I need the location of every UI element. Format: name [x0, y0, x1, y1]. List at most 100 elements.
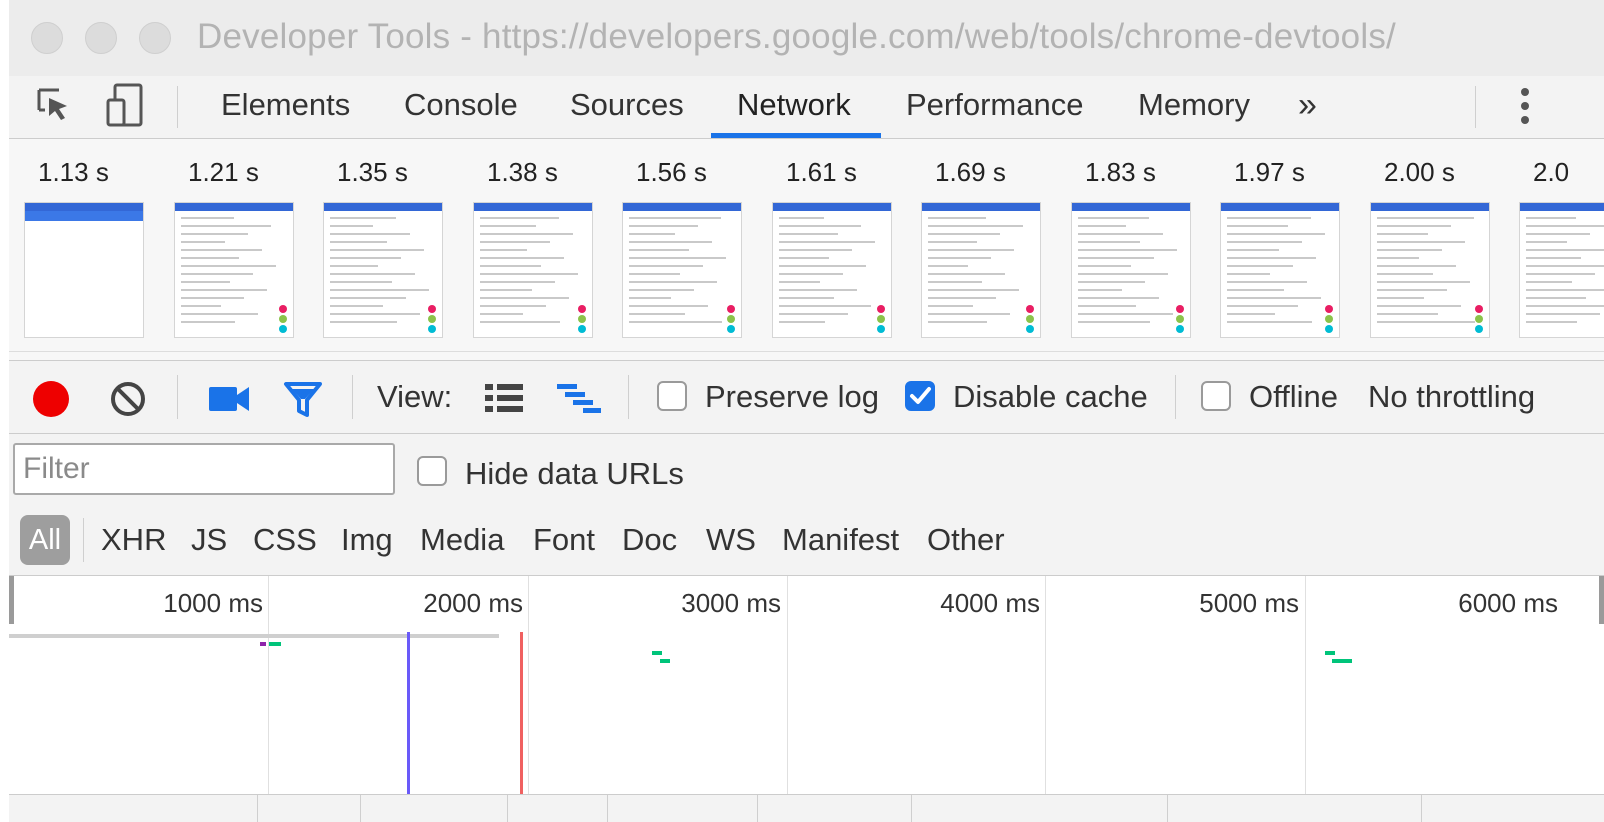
request-bar	[1332, 659, 1352, 663]
video-camera-icon[interactable]	[209, 385, 251, 418]
type-filter-other[interactable]: Other	[927, 522, 1005, 558]
close-window-button[interactable]	[31, 22, 63, 54]
filmstrip-frame[interactable]	[474, 203, 592, 337]
column-divider[interactable]	[1167, 795, 1168, 822]
filmstrip-frame[interactable]	[773, 203, 891, 337]
filter-bar: Hide data URLs	[9, 434, 1604, 510]
type-filter-js[interactable]: JS	[191, 522, 227, 558]
overview-tick-label: 6000 ms	[1458, 588, 1558, 618]
filmstrip-frame-time: 1.56 s	[636, 157, 707, 187]
filmstrip-frame-time: 2.0	[1533, 157, 1570, 187]
screenshot-filmstrip: 1.13 s 1.21 s 1.35 s 1.38 s 1.56 s 1.61 s 1.69…	[9, 139, 1604, 361]
tab-elements[interactable]: Elements	[221, 76, 350, 138]
request-bar	[260, 642, 266, 646]
column-divider[interactable]	[360, 795, 361, 822]
checkmark-icon	[910, 387, 931, 404]
filmstrip-frame[interactable]	[1221, 203, 1339, 337]
request-table-header	[9, 794, 1604, 822]
waterfall-view-icon[interactable]	[557, 383, 603, 418]
type-filter-font[interactable]: Font	[533, 522, 595, 558]
filmstrip-frame[interactable]	[1520, 203, 1604, 337]
hide-data-urls-label: Hide data URLs	[465, 456, 684, 491]
offline-label: Offline	[1249, 379, 1339, 414]
filmstrip-frame[interactable]	[175, 203, 293, 337]
zoom-window-button[interactable]	[139, 22, 171, 54]
type-filter-ws[interactable]: WS	[706, 522, 756, 558]
column-divider[interactable]	[1421, 795, 1422, 822]
tab-network[interactable]: Network	[737, 76, 851, 138]
filmstrip-frame[interactable]	[623, 203, 741, 337]
filmstrip-frame-time: 1.61 s	[786, 157, 857, 187]
throttling-select[interactable]: No throttling	[1368, 379, 1535, 415]
filmstrip-frame[interactable]	[324, 203, 442, 337]
load-event-marker	[520, 632, 523, 794]
overview-tick-label: 2000 ms	[423, 588, 523, 618]
more-tabs-chevron-icon[interactable]: »	[1298, 76, 1317, 138]
disable-cache-label: Disable cache	[953, 379, 1148, 414]
clear-icon[interactable]	[109, 380, 147, 423]
type-filter-all[interactable]: All	[20, 515, 70, 565]
grid-line	[268, 576, 269, 794]
type-filter-xhr[interactable]: XHR	[101, 522, 166, 558]
filmstrip-frame[interactable]	[922, 203, 1040, 337]
toolbar-divider	[1175, 375, 1176, 419]
overview-drag-handle-left[interactable]	[9, 576, 14, 624]
column-divider[interactable]	[507, 795, 508, 822]
filmstrip-frame-time: 1.35 s	[337, 157, 408, 187]
panel-tab-bar: Elements Console Sources Network Perform…	[9, 76, 1604, 139]
funnel-filter-icon[interactable]	[283, 381, 323, 424]
record-icon[interactable]	[31, 379, 71, 424]
filmstrip-frame-time: 1.21 s	[188, 157, 259, 187]
toolbar-divider	[628, 375, 629, 419]
filmstrip-frame-time: 1.83 s	[1085, 157, 1156, 187]
kebab-menu-icon[interactable]	[1515, 84, 1535, 133]
window-title: Developer Tools - https://developers.goo…	[197, 17, 1396, 56]
offline-checkbox[interactable]	[1201, 381, 1231, 411]
tab-console[interactable]: Console	[404, 76, 518, 138]
request-bar	[652, 651, 662, 655]
type-filter-css[interactable]: CSS	[253, 522, 317, 558]
list-view-icon[interactable]	[485, 383, 525, 418]
disable-cache-checkbox[interactable]	[905, 381, 935, 411]
tab-performance[interactable]: Performance	[906, 76, 1083, 138]
filmstrip-divider	[9, 351, 1604, 352]
column-divider[interactable]	[607, 795, 608, 822]
hide-data-urls-checkbox[interactable]	[417, 456, 447, 486]
active-tab-indicator	[711, 133, 881, 138]
dom-content-loaded-marker	[407, 632, 410, 794]
tab-memory[interactable]: Memory	[1138, 76, 1250, 138]
tab-sources[interactable]: Sources	[570, 76, 684, 138]
network-overview-timeline[interactable]: 1000 ms 2000 ms 3000 ms 4000 ms 5000 ms …	[9, 576, 1604, 822]
filmstrip-frame-time: 1.13 s	[38, 157, 109, 187]
toolbar-divider	[177, 86, 178, 128]
preserve-log-checkbox[interactable]	[657, 381, 687, 411]
overview-drag-handle-right[interactable]	[1599, 576, 1604, 624]
request-bar	[269, 642, 281, 646]
overview-progress-track	[9, 634, 499, 638]
filmstrip-frame-time: 2.00 s	[1384, 157, 1455, 187]
type-filter-media[interactable]: Media	[420, 522, 504, 558]
filmstrip-frame-time: 1.97 s	[1234, 157, 1305, 187]
filter-input[interactable]	[13, 443, 395, 495]
type-filter-img[interactable]: Img	[341, 522, 393, 558]
device-toolbar-icon[interactable]	[105, 82, 149, 133]
filmstrip-frame[interactable]	[25, 203, 143, 337]
column-divider[interactable]	[911, 795, 912, 822]
toolbar-divider	[1475, 86, 1476, 128]
request-bar	[1325, 651, 1335, 655]
overview-tick-label: 3000 ms	[681, 588, 781, 618]
column-divider[interactable]	[257, 795, 258, 822]
filmstrip-frame-time: 1.38 s	[487, 157, 558, 187]
type-filter-manifest[interactable]: Manifest	[782, 522, 899, 558]
minimize-window-button[interactable]	[85, 22, 117, 54]
grid-line	[528, 576, 529, 794]
request-bar	[660, 659, 670, 663]
column-divider[interactable]	[757, 795, 758, 822]
filmstrip-frame[interactable]	[1072, 203, 1190, 337]
overview-tick-label: 1000 ms	[163, 588, 263, 618]
type-filter-doc[interactable]: Doc	[622, 522, 677, 558]
inspect-element-icon[interactable]	[33, 84, 75, 131]
filmstrip-frame-time: 1.69 s	[935, 157, 1006, 187]
filmstrip-frame[interactable]	[1371, 203, 1489, 337]
grid-line	[1045, 576, 1046, 794]
